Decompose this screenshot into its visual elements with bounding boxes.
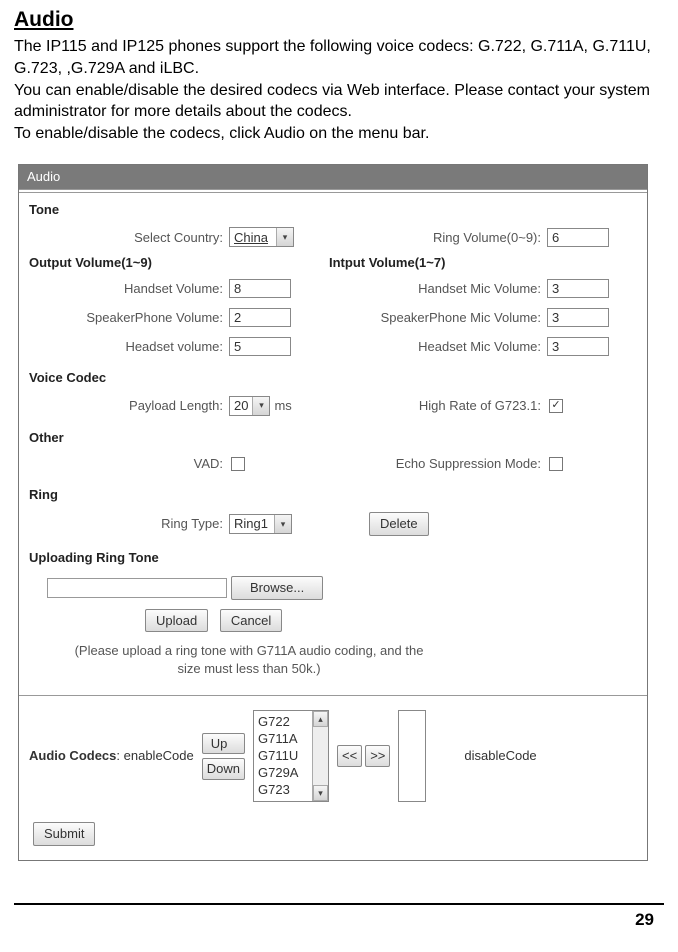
headset-mic-volume-label: Headset Mic Volume: [329,338,547,356]
intro-text: The IP115 and IP125 phones support the f… [14,36,664,144]
section-uploading-ring-tone: Uploading Ring Tone [19,541,647,571]
upload-note: (Please upload a ring tone with G711A au… [69,642,429,677]
enable-code-label: Audio Codecs: enableCode [29,747,194,765]
section-input-volume: Intput Volume(1~7) [329,254,637,272]
chevron-down-icon: ▾ [274,515,291,533]
headset-volume-label: Headset volume: [29,338,229,356]
page-title: Audio [14,6,664,34]
section-voice-codec: Voice Codec [19,361,647,391]
down-button[interactable]: Down [202,758,245,780]
delete-button[interactable]: Delete [369,512,429,536]
high-rate-checkbox[interactable]: ✓ [549,399,563,413]
disable-code-label: disableCode [464,747,536,765]
list-item[interactable]: G729A [258,764,308,781]
high-rate-label: High Rate of G723.1: [329,397,547,415]
submit-button[interactable]: Submit [33,822,95,846]
panel-title: Audio [19,165,647,189]
enable-codec-listbox[interactable]: G722 G711A G711U G729A G723 ▴ ▾ [253,710,329,802]
chevron-down-icon: ▾ [276,228,293,246]
handset-volume-label: Handset Volume: [29,280,229,298]
headset-volume-input[interactable] [229,337,291,356]
move-left-button[interactable]: << [337,745,362,767]
payload-length-value: 20 [230,397,252,415]
payload-length-dropdown[interactable]: 20 ▾ [229,396,270,416]
handset-volume-input[interactable] [229,279,291,298]
list-item[interactable]: G711U [258,747,308,764]
echo-label: Echo Suppression Mode: [329,455,547,473]
list-item[interactable]: G723 [258,781,308,798]
ring-volume-input[interactable] [547,228,609,247]
scroll-down-icon[interactable]: ▾ [313,785,328,801]
select-country-value: China [230,229,276,247]
disable-codec-listbox[interactable] [398,710,426,802]
section-ring: Ring [19,478,647,508]
chevron-down-icon: ▾ [252,397,269,415]
ring-type-dropdown[interactable]: Ring1 ▾ [229,514,292,534]
headset-mic-volume-input[interactable] [547,337,609,356]
up-button[interactable]: Up [202,733,245,755]
audio-panel: Audio Tone Select Country: China ▾ Ring … [18,164,648,860]
handset-mic-volume-input[interactable] [547,279,609,298]
section-other: Other [19,421,647,451]
page-number: 29 [14,903,664,942]
ring-type-value: Ring1 [230,515,274,533]
upload-button[interactable]: Upload [145,609,208,633]
list-item[interactable]: G711A [258,730,308,747]
payload-unit: ms [274,397,291,415]
select-country-label: Select Country: [29,229,229,247]
ring-type-label: Ring Type: [29,515,229,533]
speaker-volume-label: SpeakerPhone Volume: [29,309,229,327]
handset-mic-volume-label: Handset Mic Volume: [329,280,547,298]
speaker-volume-input[interactable] [229,308,291,327]
browse-button[interactable]: Browse... [231,576,323,600]
vad-label: VAD: [29,455,229,473]
echo-checkbox[interactable] [549,457,563,471]
cancel-button[interactable]: Cancel [220,609,282,633]
section-tone: Tone [19,193,647,223]
payload-length-label: Payload Length: [29,397,229,415]
scrollbar[interactable]: ▴ ▾ [312,711,328,801]
speaker-mic-volume-label: SpeakerPhone Mic Volume: [329,309,547,327]
select-country-dropdown[interactable]: China ▾ [229,227,294,247]
vad-checkbox[interactable] [231,457,245,471]
move-right-button[interactable]: >> [365,745,390,767]
scroll-up-icon[interactable]: ▴ [313,711,328,727]
ring-volume-label: Ring Volume(0~9): [329,229,547,247]
section-output-volume: Output Volume(1~9) [29,254,329,272]
speaker-mic-volume-input[interactable] [547,308,609,327]
file-path-input[interactable] [47,578,227,598]
list-item[interactable]: G722 [258,713,308,730]
